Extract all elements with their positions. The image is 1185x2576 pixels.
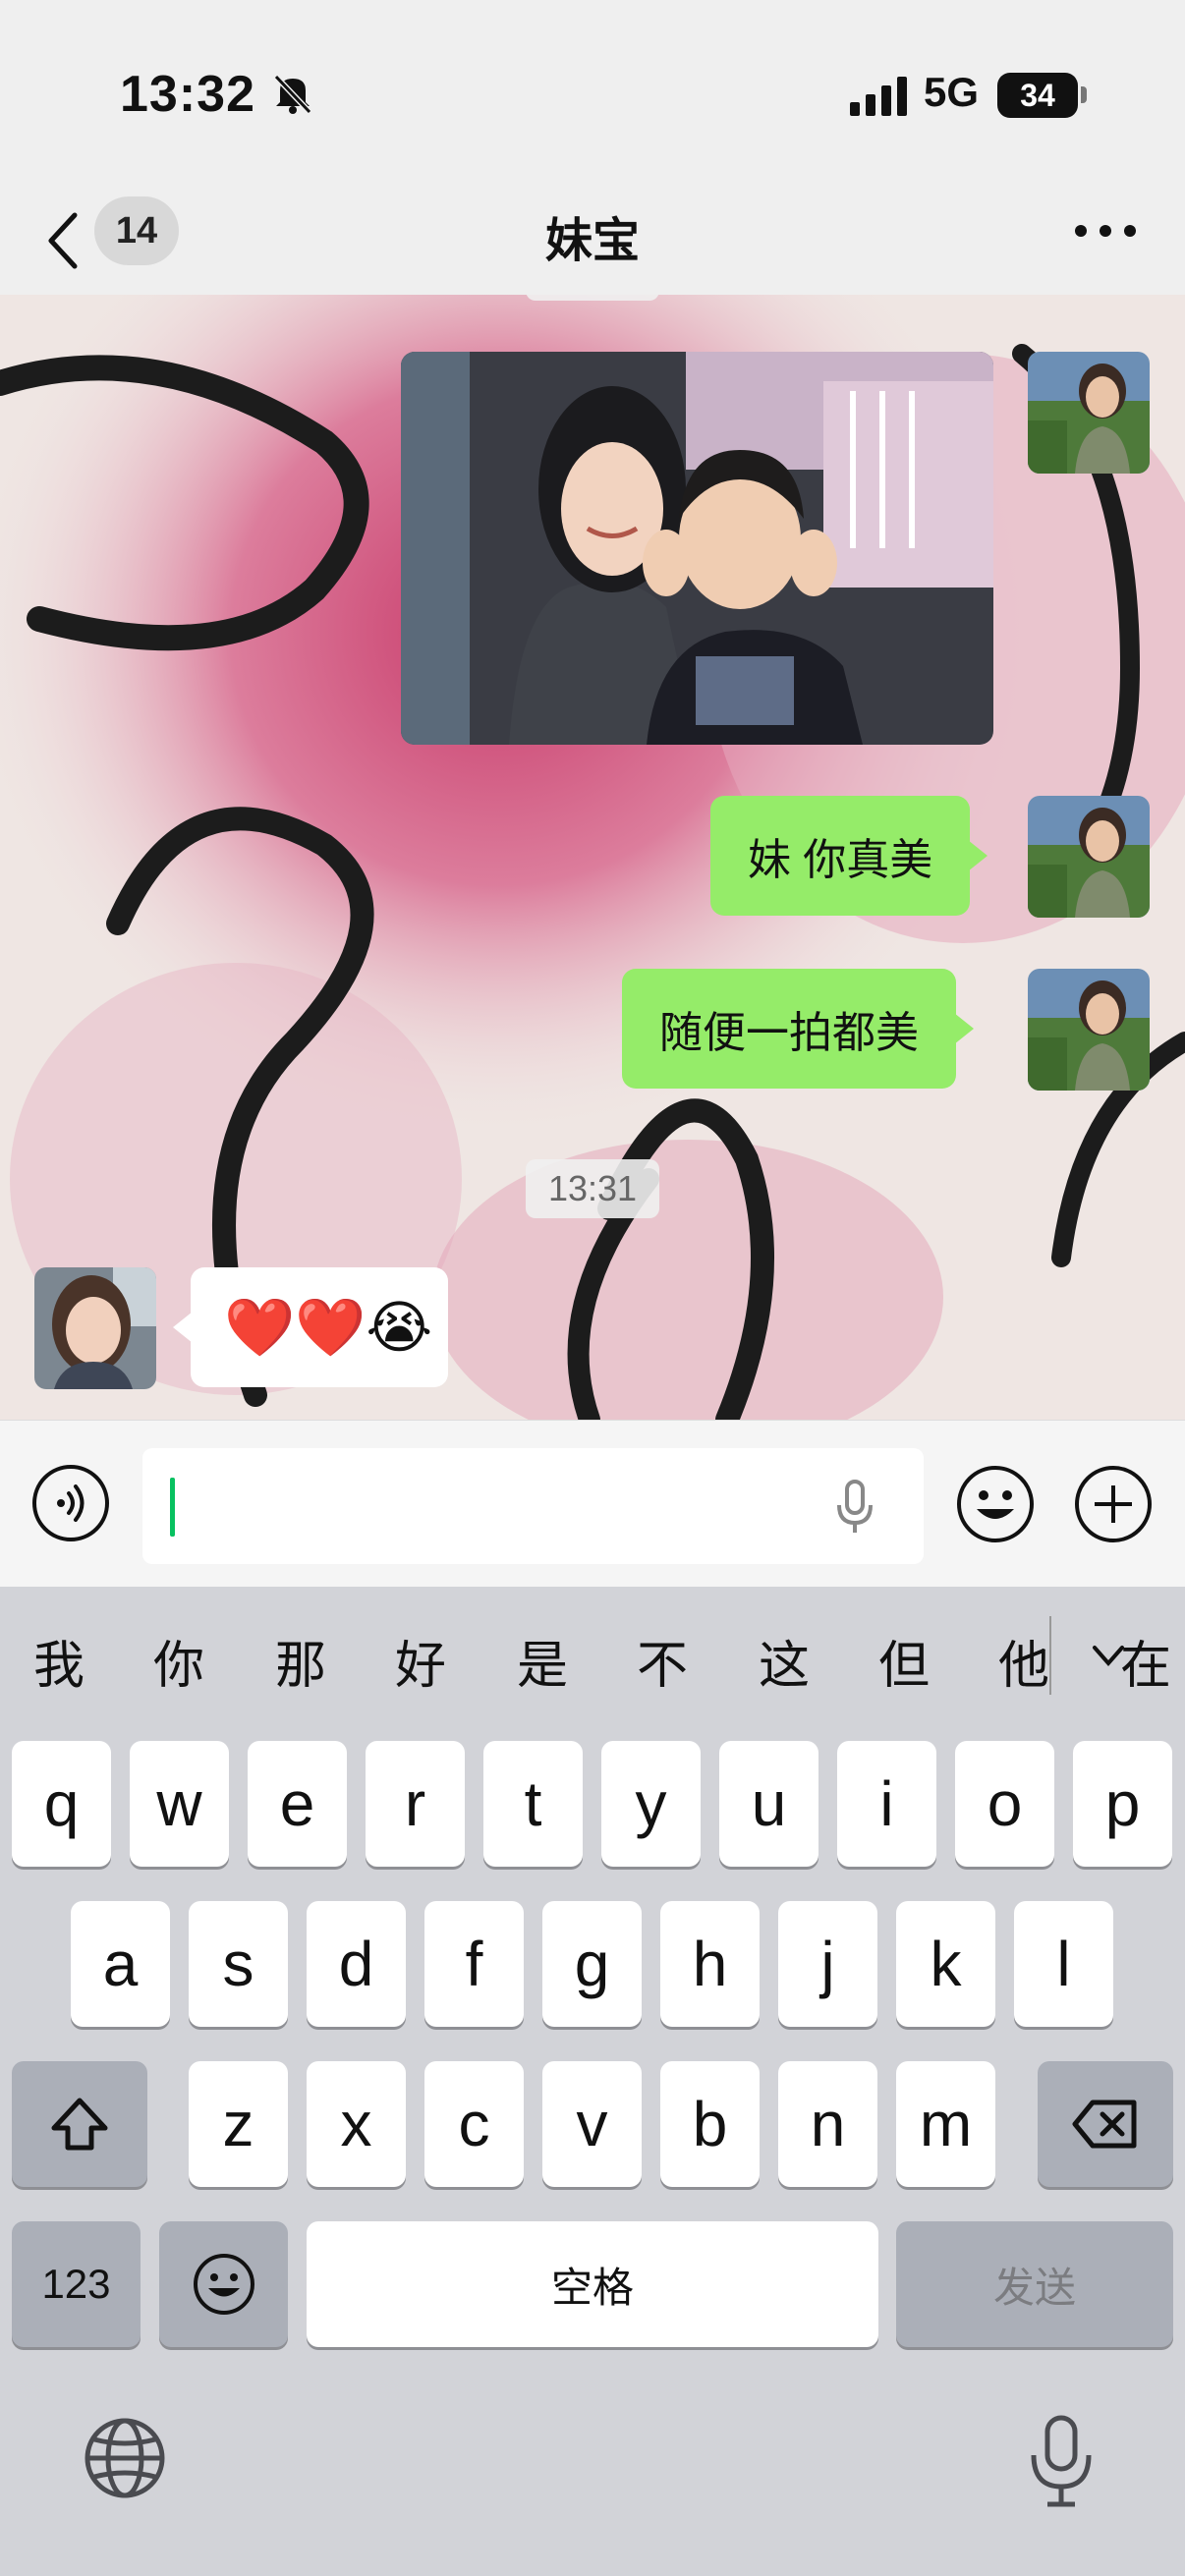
- text-caret: [170, 1478, 175, 1537]
- ellipsis-icon[interactable]: [1071, 211, 1140, 251]
- message-text: 妹 你真美: [748, 836, 933, 884]
- image-message[interactable]: [401, 352, 993, 745]
- input-bar: [0, 1420, 1185, 1587]
- key-y[interactable]: y: [601, 1741, 701, 1867]
- delete-key[interactable]: [1038, 2061, 1173, 2187]
- timestamp: 13:31: [526, 1159, 659, 1218]
- key-w[interactable]: w: [130, 1741, 229, 1867]
- space-key[interactable]: 空格: [307, 2221, 878, 2347]
- signal-bars-icon: [850, 77, 907, 116]
- dictation-microphone-icon[interactable]: [1022, 2412, 1100, 2510]
- keyboard: 我 你 那 好 是 不 这 但 他 在 q w e r t y u i o p …: [0, 1587, 1185, 2576]
- emoji-icon: [193, 2254, 254, 2315]
- send-key[interactable]: 发送: [896, 2221, 1173, 2347]
- candidate-bar: 我 你 那 好 是 不 这 但 他 在: [0, 1587, 1185, 1724]
- status-bar: 13:32 5G 34: [0, 0, 1185, 187]
- battery-level: 34: [997, 73, 1087, 118]
- candidate-word[interactable]: 好: [395, 1624, 446, 1698]
- key-m[interactable]: m: [896, 2061, 995, 2187]
- candidate-word[interactable]: 这: [759, 1624, 810, 1698]
- key-n[interactable]: n: [778, 2061, 877, 2187]
- candidate-word[interactable]: 他: [998, 1624, 1049, 1698]
- message-text: ❤️❤️😭: [224, 1295, 433, 1360]
- key-p[interactable]: p: [1073, 1741, 1172, 1867]
- key-b[interactable]: b: [660, 2061, 760, 2187]
- message-text: 随便一拍都美: [659, 1009, 919, 1057]
- voice-wave-icon[interactable]: [31, 1464, 110, 1542]
- text-message[interactable]: 随便一拍都美: [622, 969, 974, 1089]
- message-list[interactable]: 妹 你真美 随便一拍都美 13:31 ❤️❤️😭: [0, 295, 1185, 1420]
- my-avatar[interactable]: [1028, 352, 1150, 474]
- key-f[interactable]: f: [424, 1901, 524, 2027]
- candidate-word[interactable]: 是: [517, 1624, 568, 1698]
- candidate-word[interactable]: 在: [1120, 1624, 1171, 1698]
- key-i[interactable]: i: [837, 1741, 936, 1867]
- key-s[interactable]: s: [189, 1901, 288, 2027]
- chat-title: 妹宝: [544, 215, 640, 267]
- key-j[interactable]: j: [778, 1901, 877, 2027]
- candidate-divider: [1049, 1616, 1051, 1695]
- key-d[interactable]: d: [307, 1901, 406, 2027]
- timestamp-chip-partial: [526, 295, 659, 301]
- key-u[interactable]: u: [719, 1741, 818, 1867]
- key-c[interactable]: c: [424, 2061, 524, 2187]
- globe-icon[interactable]: [81, 2414, 169, 2502]
- key-h[interactable]: h: [660, 1901, 760, 2027]
- key-q[interactable]: q: [12, 1741, 111, 1867]
- message-input[interactable]: [142, 1448, 924, 1564]
- bell-slash-icon: [273, 74, 312, 115]
- shift-key[interactable]: [12, 2061, 147, 2187]
- candidate-word[interactable]: 你: [153, 1624, 204, 1698]
- emoji-message[interactable]: ❤️❤️😭: [173, 1267, 448, 1387]
- backspace-icon: [1072, 2100, 1137, 2149]
- microphone-icon[interactable]: [830, 1478, 879, 1537]
- numbers-key[interactable]: 123: [12, 2221, 141, 2347]
- network-type: 5G: [924, 69, 980, 115]
- shift-icon: [51, 2098, 108, 2151]
- text-message[interactable]: 妹 你真美: [710, 796, 988, 916]
- key-z[interactable]: z: [189, 2061, 288, 2187]
- key-g[interactable]: g: [542, 1901, 642, 2027]
- key-e[interactable]: e: [248, 1741, 347, 1867]
- key-r[interactable]: r: [366, 1741, 465, 1867]
- emoji-key[interactable]: [159, 2221, 288, 2347]
- key-a[interactable]: a: [71, 1901, 170, 2027]
- candidate-word[interactable]: 不: [637, 1624, 688, 1698]
- key-t[interactable]: t: [483, 1741, 583, 1867]
- candidate-word[interactable]: 我: [33, 1624, 85, 1698]
- contact-avatar[interactable]: [34, 1267, 156, 1389]
- status-time: 13:32: [120, 66, 255, 123]
- key-o[interactable]: o: [955, 1741, 1054, 1867]
- key-l[interactable]: l: [1014, 1901, 1113, 2027]
- key-x[interactable]: x: [307, 2061, 406, 2187]
- my-avatar[interactable]: [1028, 796, 1150, 918]
- key-v[interactable]: v: [542, 2061, 642, 2187]
- key-k[interactable]: k: [896, 1901, 995, 2027]
- my-avatar[interactable]: [1028, 969, 1150, 1091]
- candidate-word[interactable]: 但: [878, 1624, 930, 1698]
- smiley-icon[interactable]: [955, 1464, 1036, 1544]
- plus-circle-icon[interactable]: [1073, 1464, 1154, 1544]
- candidate-word[interactable]: 那: [275, 1624, 326, 1698]
